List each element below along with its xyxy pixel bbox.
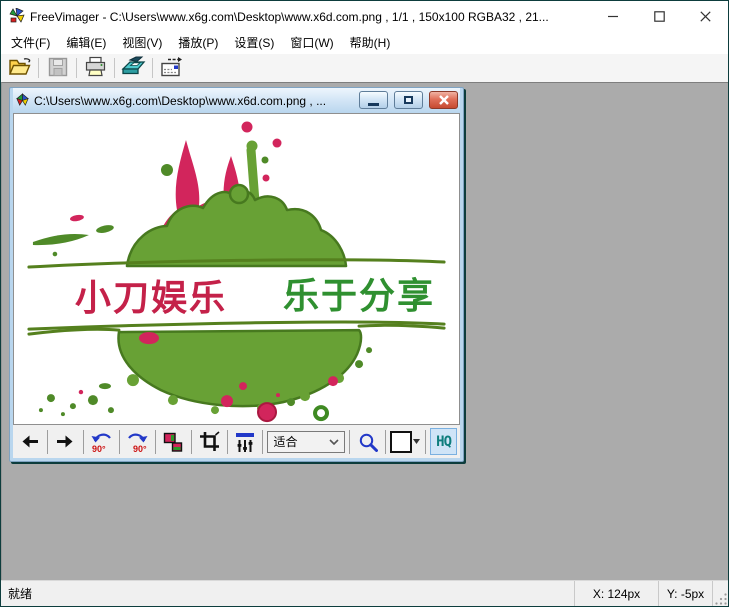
image-canvas[interactable]: 小刀娱乐 乐于分享 xyxy=(13,113,460,425)
title-bar: FreeVimager - C:\Users\www.x6g.com\Deskt… xyxy=(1,1,728,31)
image-child-window[interactable]: C:\Users\www.x6g.com\Desktop\www.x6d.com… xyxy=(9,87,464,462)
close-icon xyxy=(439,95,449,105)
magnifier-icon xyxy=(358,432,378,452)
child-window-title: C:\Users\www.x6g.com\Desktop\www.x6d.com… xyxy=(34,93,353,108)
menu-help[interactable]: 帮助(H) xyxy=(342,30,399,55)
save-button xyxy=(43,56,72,81)
background-color-button[interactable] xyxy=(390,431,412,453)
printer-icon xyxy=(84,56,107,80)
cursor-x-coordinate: X: 124px xyxy=(574,581,658,606)
scanner-icon xyxy=(121,56,146,80)
status-bar: 就绪 X: 124px Y: -5px xyxy=(1,580,728,606)
minimize-icon xyxy=(368,103,379,106)
open-file-button[interactable] xyxy=(5,56,34,81)
chevron-down-icon xyxy=(329,439,339,445)
window-title: FreeVimager - C:\Users\www.x6g.com\Deskt… xyxy=(30,9,590,24)
child-minimize-button[interactable] xyxy=(359,91,388,109)
logo-green-text: 乐于分享 xyxy=(283,275,435,316)
child-restore-button[interactable] xyxy=(394,91,423,109)
splash-logo-image: 小刀娱乐 乐于分享 xyxy=(14,114,459,424)
zoom-mode-select[interactable]: 适合 xyxy=(267,431,345,453)
sliders-icon xyxy=(234,431,256,453)
adjustments-button[interactable] xyxy=(232,429,259,455)
rotate-left-button[interactable]: 90° xyxy=(88,429,115,455)
close-button[interactable] xyxy=(682,1,728,31)
toolbar-separator xyxy=(114,58,115,78)
rotate-left-90-icon: 90° xyxy=(89,430,114,454)
menu-window[interactable]: 窗口(W) xyxy=(282,30,341,55)
toolbar-separator xyxy=(47,430,48,454)
crop-button[interactable] xyxy=(196,429,223,455)
status-message: 就绪 xyxy=(1,585,574,602)
menu-settings[interactable]: 设置(S) xyxy=(226,30,282,55)
rotate-left-label: 90° xyxy=(92,444,106,454)
menu-play[interactable]: 播放(P) xyxy=(170,30,226,55)
toolbar-separator xyxy=(155,430,156,454)
toolbar-separator xyxy=(119,430,120,454)
rotate-right-button[interactable]: 90° xyxy=(124,429,151,455)
zoom-button[interactable] xyxy=(354,429,381,455)
toolbar-separator xyxy=(262,430,263,454)
scan-button[interactable] xyxy=(119,56,148,81)
logo-red-text: 小刀娱乐 xyxy=(75,277,227,318)
background-color-dropdown[interactable] xyxy=(412,431,421,453)
toolbar-separator xyxy=(76,58,77,78)
next-image-button[interactable] xyxy=(52,429,79,455)
image-toolbar: 90° 90° xyxy=(13,425,460,458)
menu-bar: 文件(F) 编辑(E) 视图(V) 播放(P) 设置(S) 窗口(W) 帮助(H… xyxy=(1,31,728,54)
toolbar-separator xyxy=(425,430,426,454)
menu-file[interactable]: 文件(F) xyxy=(3,30,58,55)
child-close-button[interactable] xyxy=(429,91,458,109)
child-title-bar[interactable]: C:\Users\www.x6g.com\Desktop\www.x6d.com… xyxy=(13,88,460,113)
send-mail-button[interactable] xyxy=(157,56,186,81)
toolbar-separator xyxy=(227,430,228,454)
freevimager-window: FreeVimager - C:\Users\www.x6g.com\Deskt… xyxy=(0,0,729,607)
cursor-y-coordinate: Y: -5px xyxy=(658,581,712,606)
arrow-left-icon xyxy=(20,434,39,449)
previous-image-button[interactable] xyxy=(16,429,43,455)
high-quality-toggle[interactable]: HQ xyxy=(430,428,457,455)
toolbar-separator xyxy=(152,58,153,78)
toolbar-separator xyxy=(385,430,386,454)
zoom-mode-value: 适合 xyxy=(273,433,297,450)
menu-edit[interactable]: 编辑(E) xyxy=(58,30,114,55)
print-button[interactable] xyxy=(81,56,110,81)
dropdown-arrow-icon xyxy=(413,439,420,444)
maximize-button[interactable] xyxy=(636,1,682,31)
menu-view[interactable]: 视图(V) xyxy=(114,30,170,55)
restore-icon xyxy=(404,96,413,104)
toolbar-separator xyxy=(83,430,84,454)
rotate-right-90-icon: 90° xyxy=(125,430,150,454)
color-swatches-icon xyxy=(163,432,183,452)
minimize-button[interactable] xyxy=(590,1,636,31)
image-file-pinwheel-icon xyxy=(15,93,30,108)
mdi-client-area: C:\Users\www.x6g.com\Desktop\www.x6d.com… xyxy=(1,82,728,580)
crop-icon xyxy=(199,431,220,452)
resize-grip-icon xyxy=(715,593,728,606)
mail-send-icon xyxy=(160,56,183,80)
open-folder-icon xyxy=(8,56,32,80)
toolbar-separator xyxy=(38,58,39,78)
color-adjust-button[interactable] xyxy=(160,429,187,455)
resize-grip[interactable] xyxy=(712,581,728,606)
main-toolbar xyxy=(1,54,728,82)
toolbar-separator xyxy=(349,430,350,454)
rotate-right-label: 90° xyxy=(133,444,147,454)
floppy-save-icon xyxy=(48,57,68,80)
arrow-right-icon xyxy=(56,434,75,449)
toolbar-separator xyxy=(191,430,192,454)
app-pinwheel-icon xyxy=(9,8,25,24)
